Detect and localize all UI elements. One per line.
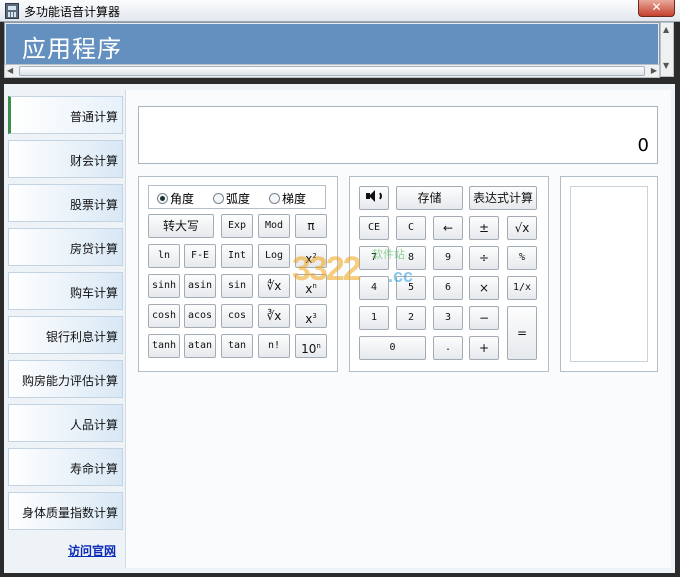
- expression-button[interactable]: 表达式计算: [469, 186, 537, 210]
- sin-button[interactable]: sin: [221, 274, 253, 298]
- digit-5-button[interactable]: 5: [396, 276, 426, 300]
- display-value: 0: [637, 135, 649, 156]
- result-display: 0: [138, 106, 658, 164]
- add-button[interactable]: +: [469, 336, 499, 360]
- cube-button[interactable]: x3: [295, 304, 327, 328]
- sidebar-item-lifespan[interactable]: 寿命计算: [8, 448, 123, 486]
- sidebar-item-character[interactable]: 人品计算: [8, 404, 123, 442]
- sidebar-item-stock[interactable]: 股票计算: [8, 184, 123, 222]
- exp-button[interactable]: Exp: [221, 214, 253, 238]
- asin-button[interactable]: asin: [184, 274, 216, 298]
- angle-mode-group: 角度 弧度 梯度: [148, 185, 326, 209]
- radio-radian[interactable]: 弧度: [213, 190, 250, 207]
- sidebar-item-interest[interactable]: 银行利息计算: [8, 316, 123, 354]
- digit-9-button[interactable]: 9: [433, 246, 463, 270]
- backspace-button[interactable]: ←: [433, 216, 463, 240]
- clear-entry-button[interactable]: CE: [359, 216, 389, 240]
- percent-button[interactable]: %: [507, 246, 537, 270]
- sidebar-item-mortgage[interactable]: 房贷计算: [8, 228, 123, 266]
- sqrt-button[interactable]: √x: [507, 216, 537, 240]
- tan-button[interactable]: tan: [221, 334, 253, 358]
- plus-minus-button[interactable]: ±: [469, 216, 499, 240]
- ln-button[interactable]: ln: [148, 244, 180, 268]
- atan-button[interactable]: atan: [184, 334, 216, 358]
- radio-icon: [213, 193, 224, 204]
- sidebar: 普通计算 财会计算 股票计算 房贷计算 购车计算 银行利息计算 购房能力评估计算…: [8, 96, 125, 568]
- radio-gradian[interactable]: 梯度: [269, 190, 306, 207]
- digit-2-button[interactable]: 2: [396, 306, 426, 330]
- horizontal-scrollbar[interactable]: ◀ ▶: [4, 64, 660, 78]
- scroll-left-icon[interactable]: ◀: [7, 66, 13, 75]
- subtract-button[interactable]: −: [469, 306, 499, 330]
- digit-8-button[interactable]: 8: [396, 246, 426, 270]
- acos-button[interactable]: acos: [184, 304, 216, 328]
- window-title: 多功能语音计算器: [24, 5, 121, 19]
- decimal-button[interactable]: .: [433, 336, 463, 360]
- scroll-down-icon[interactable]: ▼: [663, 61, 669, 70]
- cos-button[interactable]: cos: [221, 304, 253, 328]
- reciprocal-button[interactable]: 1/x: [507, 276, 537, 300]
- divide-button[interactable]: ÷: [469, 246, 499, 270]
- sidebar-item-affordability[interactable]: 购房能力评估计算: [8, 360, 123, 398]
- digit-0-button[interactable]: 0: [359, 336, 426, 360]
- digit-4-button[interactable]: 4: [359, 276, 389, 300]
- sidebar-item-car[interactable]: 购车计算: [8, 272, 123, 310]
- digit-1-button[interactable]: 1: [359, 306, 389, 330]
- ten-power-button[interactable]: 10n: [295, 334, 327, 358]
- sinh-button[interactable]: sinh: [148, 274, 180, 298]
- digit-7-button[interactable]: 7: [359, 246, 389, 270]
- scroll-thumb[interactable]: [19, 66, 645, 76]
- square-button[interactable]: x2: [295, 244, 327, 268]
- radio-icon: [269, 193, 280, 204]
- speak-button[interactable]: [359, 186, 389, 210]
- vertical-scrollbar[interactable]: ▲ ▼: [660, 22, 674, 77]
- tanh-button[interactable]: tanh: [148, 334, 180, 358]
- digit-6-button[interactable]: 6: [433, 276, 463, 300]
- sidebar-item-bmi[interactable]: 身体质量指数计算: [8, 492, 123, 530]
- sidebar-item-basic[interactable]: 普通计算: [8, 96, 123, 134]
- int-button[interactable]: Int: [221, 244, 253, 268]
- cube-root-button[interactable]: ∛x: [258, 304, 290, 328]
- mod-button[interactable]: Mod: [258, 214, 290, 238]
- calculator-icon: [5, 3, 19, 19]
- memory-list[interactable]: [570, 186, 648, 362]
- scroll-up-icon[interactable]: ▲: [663, 25, 669, 34]
- banner-title: 应用程序: [6, 24, 658, 64]
- radio-degree[interactable]: 角度: [157, 190, 194, 207]
- pi-button[interactable]: π: [295, 214, 327, 238]
- factorial-button[interactable]: n!: [258, 334, 290, 358]
- speaker-icon: [366, 190, 382, 202]
- fe-button[interactable]: F-E: [184, 244, 216, 268]
- visit-website-link[interactable]: 访问官网: [68, 542, 116, 559]
- store-button[interactable]: 存储: [396, 186, 463, 210]
- digit-3-button[interactable]: 3: [433, 306, 463, 330]
- equals-button[interactable]: =: [507, 306, 537, 360]
- uppercase-button[interactable]: 转大写: [148, 214, 214, 238]
- title-bar: 多功能语音计算器 ✕: [0, 0, 680, 22]
- nth-root-button[interactable]: ∜x: [258, 274, 290, 298]
- sidebar-item-finance[interactable]: 财会计算: [8, 140, 123, 178]
- clear-button[interactable]: C: [396, 216, 426, 240]
- cosh-button[interactable]: cosh: [148, 304, 180, 328]
- power-button[interactable]: xn: [295, 274, 327, 298]
- scroll-right-icon[interactable]: ▶: [651, 66, 657, 75]
- log-button[interactable]: Log: [258, 244, 290, 268]
- multiply-button[interactable]: ×: [469, 276, 499, 300]
- close-button[interactable]: ✕: [638, 0, 675, 17]
- radio-selected-icon: [157, 193, 168, 204]
